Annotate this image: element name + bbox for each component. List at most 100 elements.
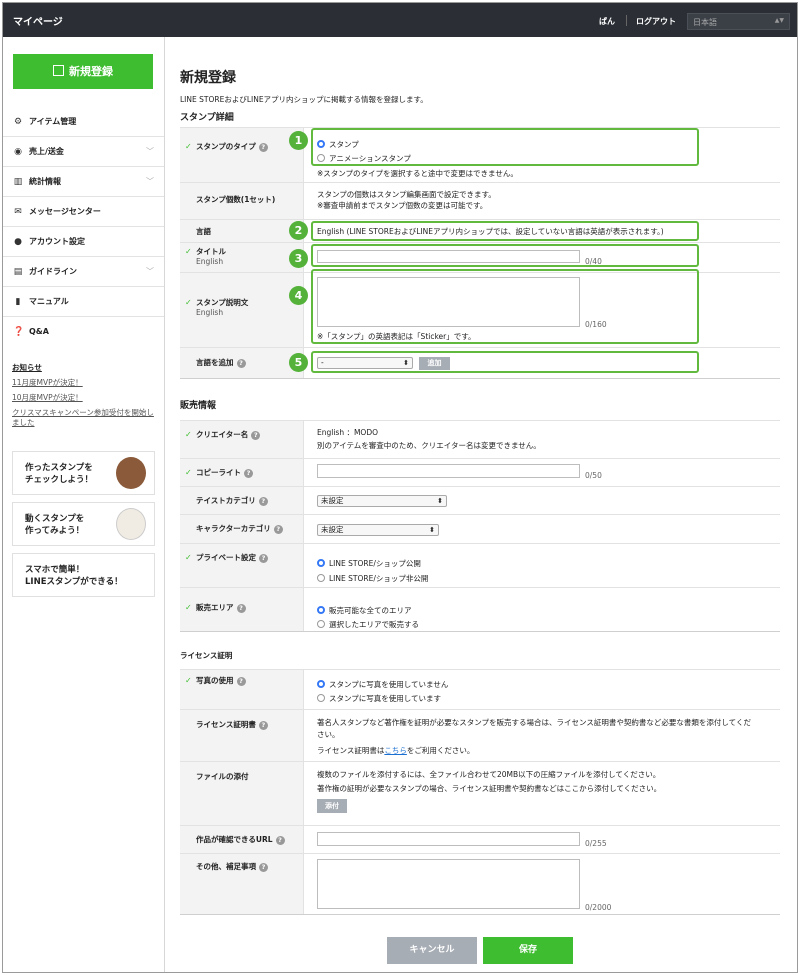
radio-icon	[317, 620, 325, 628]
character-category-select[interactable]: 未設定 ⬍	[317, 524, 439, 536]
field-label: タイトル English	[196, 247, 226, 266]
sidebar-item-label: 統計情報	[29, 177, 61, 186]
section-heading: スタンプ詳細	[180, 113, 234, 123]
help-icon[interactable]: ?	[236, 604, 246, 613]
sidebar-item-label: Q&A	[29, 327, 49, 336]
help-icon[interactable]: ?	[236, 359, 246, 368]
certificate-link[interactable]: こちら	[384, 746, 407, 755]
sidebar-menu: ⚙ アイテム管理 ◉ 売上/送金 ﹀ ▥ 統計情報 ﹀ ✉ メッセージセンター ● アカウント…	[3, 107, 164, 347]
promo-banner-animation[interactable]: 動くスタンプを 作ってみよう！	[12, 502, 155, 546]
field-label: ライセンス証明書?	[196, 720, 268, 730]
creator-value: English ：MODO	[317, 428, 379, 437]
radio-store-private[interactable]: LINE STORE/ショップ非公開	[317, 574, 428, 584]
help-icon[interactable]: ?	[258, 497, 268, 506]
highlight-box-5	[311, 351, 699, 373]
help-icon[interactable]: ?	[259, 863, 268, 872]
check-icon: ✓	[185, 676, 192, 685]
help-icon[interactable]: ?	[273, 525, 283, 534]
field-label: テイストカテゴリ?	[196, 496, 268, 506]
field-label: スタンプ説明文 English	[196, 298, 249, 317]
copyright-input[interactable]	[317, 464, 580, 478]
sidebar-item-messages[interactable]: ✉ メッセージセンター	[3, 197, 164, 227]
help-icon[interactable]: ?	[236, 677, 246, 686]
chevron-down-icon: ﹀	[146, 147, 154, 156]
row-other-notes: その他、補足事項? 0/2000	[180, 853, 780, 915]
work-url-input[interactable]	[317, 832, 580, 846]
other-counter: 0/2000	[585, 903, 612, 912]
notice-link[interactable]: クリスマスキャンペーン参加受付を開始しました	[12, 408, 156, 428]
radio-with-photo[interactable]: スタンプに写真を使用しています	[317, 694, 441, 704]
radio-no-photo[interactable]: スタンプに写真を使用していません	[317, 680, 448, 690]
radio-icon	[317, 694, 325, 702]
document-icon: ▮	[15, 297, 21, 307]
row-copyright: ✓ コピーライト? 0/50	[180, 458, 780, 486]
page-description: LINE STOREおよびLINEアプリ内ショップに掲載する情報を登録します。	[180, 95, 428, 104]
mail-icon: ✉	[14, 207, 22, 217]
radio-all-areas[interactable]: 販売可能な全てのエリア	[317, 606, 412, 616]
annotation-badge-4: 4	[289, 286, 308, 305]
row-file-attach: ファイルの添付 複数のファイルを添付するには、全ファイル合わせて20MB以下の圧…	[180, 761, 780, 825]
help-icon[interactable]: ?	[244, 469, 253, 478]
help-icon[interactable]: ?	[259, 554, 268, 563]
annotation-badge-1: 1	[289, 131, 308, 150]
sidebar-item-stats[interactable]: ▥ 統計情報 ﹀	[3, 167, 164, 197]
sidebar: 新規登録 ⚙ アイテム管理 ◉ 売上/送金 ﹀ ▥ 統計情報 ﹀ ✉ メッセージセンター ●…	[3, 37, 165, 972]
help-icon[interactable]: ?	[258, 721, 268, 730]
notices-heading[interactable]: お知らせ	[12, 362, 156, 373]
row-license-certificate: ライセンス証明書? 著名人スタンプなど著作権を証明が必要なスタンプを販売する場合…	[180, 709, 780, 761]
field-label: 言語を追加?	[196, 358, 246, 368]
radio-icon	[317, 574, 325, 582]
field-label: プライベート設定?	[196, 553, 268, 563]
new-registration-button[interactable]: 新規登録	[13, 54, 153, 89]
row-photo-usage: ✓ 写真の使用? スタンプに写真を使用していません スタンプに写真を使用しています	[180, 669, 780, 709]
check-icon: ✓	[185, 142, 192, 151]
sidebar-item-items[interactable]: ⚙ アイテム管理	[3, 107, 164, 137]
other-notes-textarea[interactable]	[317, 859, 580, 909]
edit-icon	[53, 65, 64, 76]
sidebar-item-label: アイテム管理	[29, 117, 77, 126]
help-icon[interactable]: ?	[251, 431, 261, 440]
sidebar-item-manual[interactable]: ▮ マニュアル	[3, 287, 164, 317]
promo-banner-check[interactable]: 作ったスタンプを チェックしよう！	[12, 451, 155, 495]
sidebar-item-sales[interactable]: ◉ 売上/送金 ﹀	[3, 137, 164, 167]
coins-icon: ◉	[14, 147, 22, 157]
save-button[interactable]: 保存	[483, 937, 573, 964]
page-title: 新規登録	[180, 70, 236, 86]
field-label: ファイルの添付	[196, 772, 249, 781]
radio-selected-areas[interactable]: 選択したエリアで販売する	[317, 620, 419, 630]
file-note-1: 複数のファイルを添付するには、全ファイル合わせて20MB以下の圧縮ファイルを添付…	[317, 770, 661, 779]
radio-selected-icon	[317, 559, 325, 567]
notice-link[interactable]: 11月度MVPが決定！	[12, 378, 156, 388]
radio-store-public[interactable]: LINE STORE/ショップ公開	[317, 559, 421, 569]
promo-banner-smartphone[interactable]: スマホで簡単！ LINEスタンプができる！	[12, 553, 155, 597]
bar-chart-icon: ▥	[13, 177, 23, 187]
attach-button[interactable]: 添付	[317, 799, 347, 813]
radio-selected-icon	[317, 680, 325, 688]
field-label: スタンプのタイプ?	[196, 142, 268, 152]
gear-icon: ⚙	[13, 117, 23, 127]
annotation-badge-3: 3	[289, 249, 308, 268]
help-icon[interactable]: ?	[258, 143, 268, 152]
check-icon: ✓	[185, 430, 192, 439]
type-note: ※スタンプのタイプを選択すると途中で変更はできません。	[317, 169, 518, 178]
url-counter: 0/255	[585, 839, 607, 848]
creator-note: 別のアイテムを審査中のため、クリエイター名は変更できません。	[317, 441, 541, 450]
language-select[interactable]: 日本語 ▲▼	[687, 13, 790, 30]
field-label: 写真の使用?	[196, 676, 246, 686]
check-icon: ✓	[185, 553, 192, 562]
notice-link[interactable]: 10月度MVPが決定！	[12, 393, 156, 403]
user-name[interactable]: ぱん	[599, 16, 615, 27]
book-icon: ▤	[13, 267, 23, 277]
sidebar-item-label: メッセージセンター	[29, 207, 101, 216]
sidebar-item-guidelines[interactable]: ▤ ガイドライン ﹀	[3, 257, 164, 287]
taste-category-select[interactable]: 未設定 ⬍	[317, 495, 447, 507]
logout-link[interactable]: ログアウト	[636, 16, 676, 27]
promo-text: 作ったスタンプを チェックしよう！	[25, 463, 94, 485]
cancel-button[interactable]: キャンセル	[387, 937, 477, 964]
help-icon[interactable]: ?	[275, 836, 285, 845]
row-character-category: キャラクターカテゴリ? 未設定 ⬍	[180, 514, 780, 543]
sidebar-item-qa[interactable]: ❓ Q&A	[3, 317, 164, 347]
sidebar-item-account[interactable]: ● アカウント設定	[3, 227, 164, 257]
notices: お知らせ 11月度MVPが決定！ 10月度MVPが決定！ クリスマスキャンペーン…	[12, 362, 156, 433]
count-note: ※審査申請前までスタンプ個数の変更は可能です。	[317, 201, 488, 210]
